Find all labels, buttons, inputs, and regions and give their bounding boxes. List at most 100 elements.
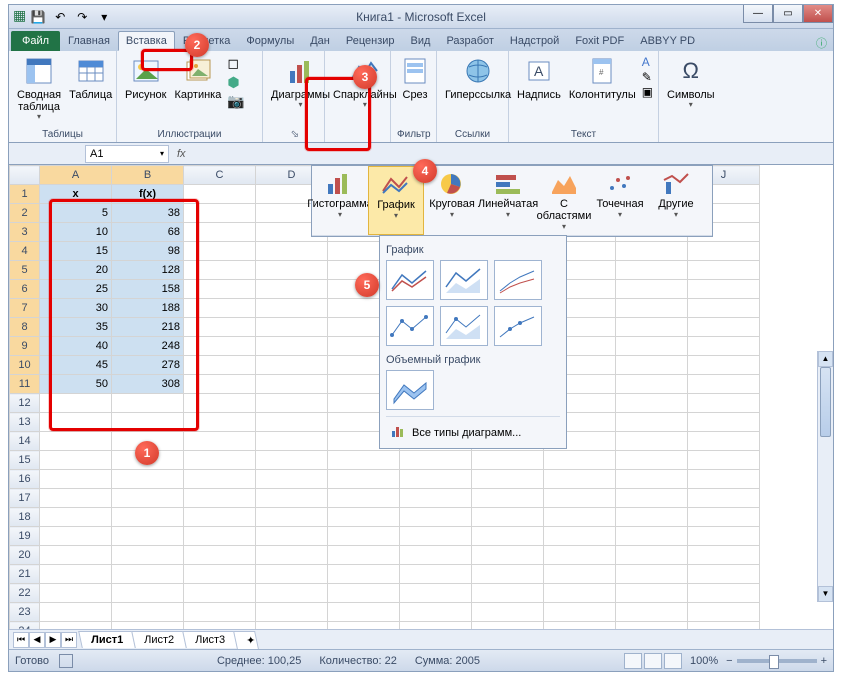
tab-foxit[interactable]: Foxit PDF [567,31,632,51]
cell-B23[interactable] [112,603,184,622]
cell-C7[interactable] [184,299,256,318]
cell-A6[interactable]: 25 [40,280,112,299]
cell-B11[interactable]: 308 [112,375,184,394]
cell-A21[interactable] [40,565,112,584]
minimize-button[interactable]: — [743,5,773,23]
cell-A17[interactable] [40,489,112,508]
cell-I10[interactable] [616,356,688,375]
cell-H19[interactable] [544,527,616,546]
cell-I17[interactable] [616,489,688,508]
cell-B2[interactable]: 38 [112,204,184,223]
cell-A19[interactable] [40,527,112,546]
cell-D17[interactable] [256,489,328,508]
cell-A11[interactable]: 50 [40,375,112,394]
cell-B5[interactable]: 128 [112,261,184,280]
cell-I5[interactable] [616,261,688,280]
zoom-in[interactable]: + [821,655,827,667]
cell-J18[interactable] [688,508,760,527]
cell-G16[interactable] [472,470,544,489]
cell-J16[interactable] [688,470,760,489]
cell-I11[interactable] [616,375,688,394]
hyperlink-button[interactable]: Гиперссылка [441,53,515,103]
smartart-icon[interactable]: ⬢ [227,74,244,91]
cell-B20[interactable] [112,546,184,565]
cell-E21[interactable] [328,565,400,584]
cell-B21[interactable] [112,565,184,584]
cell-A9[interactable]: 40 [40,337,112,356]
line-subtype-4[interactable] [386,306,434,346]
cell-D14[interactable] [256,432,328,451]
cell-A2[interactable]: 5 [40,204,112,223]
line-subtype-6[interactable] [494,306,542,346]
cell-I7[interactable] [616,299,688,318]
sheet-nav-last[interactable]: ⏭ [61,632,77,648]
obj-icon[interactable]: ▣ [642,85,653,99]
cell-I9[interactable] [616,337,688,356]
sheet-nav-first[interactable]: ⏮ [13,632,29,648]
cell-F20[interactable] [400,546,472,565]
zoom-level[interactable]: 100% [690,655,718,667]
sheet-nav-prev[interactable]: ◀ [29,632,45,648]
cell-H23[interactable] [544,603,616,622]
cell-J8[interactable] [688,318,760,337]
cell-B4[interactable]: 98 [112,242,184,261]
cell-G15[interactable] [472,451,544,470]
cell-C2[interactable] [184,204,256,223]
cell-A23[interactable] [40,603,112,622]
tab-formulas[interactable]: Формулы [238,31,302,51]
cell-J21[interactable] [688,565,760,584]
ribbon-help-icon[interactable]: ⓘ [810,35,833,51]
bar-chart-menu[interactable]: Линейчатая [480,166,536,235]
cell-C13[interactable] [184,413,256,432]
cell-I6[interactable] [616,280,688,299]
cell-A5[interactable]: 20 [40,261,112,280]
cell-C4[interactable] [184,242,256,261]
cell-J9[interactable] [688,337,760,356]
cell-H16[interactable] [544,470,616,489]
cell-A1[interactable]: x [40,185,112,204]
tab-insert[interactable]: Вставка [118,31,175,51]
macro-record-icon[interactable] [59,654,73,668]
cell-D20[interactable] [256,546,328,565]
qat-more-icon[interactable]: ▾ [94,7,114,27]
cell-I8[interactable] [616,318,688,337]
cell-J13[interactable] [688,413,760,432]
tab-developer[interactable]: Разработ [438,31,501,51]
cell-J17[interactable] [688,489,760,508]
cell-B19[interactable] [112,527,184,546]
cell-C9[interactable] [184,337,256,356]
undo-button[interactable]: ↶ [50,7,70,27]
cell-I14[interactable] [616,432,688,451]
formula-input[interactable] [190,145,833,163]
cell-C21[interactable] [184,565,256,584]
cell-A12[interactable] [40,394,112,413]
fx-icon[interactable]: fx [173,148,190,160]
cell-E20[interactable] [328,546,400,565]
cell-G20[interactable] [472,546,544,565]
cell-F23[interactable] [400,603,472,622]
clipart-button[interactable]: Картинка [171,53,226,103]
cell-B13[interactable] [112,413,184,432]
cell-I13[interactable] [616,413,688,432]
cell-E18[interactable] [328,508,400,527]
cell-C16[interactable] [184,470,256,489]
wordart-icon[interactable]: A [642,55,653,69]
vertical-scrollbar[interactable]: ▲▼ [817,351,833,602]
scatter-chart-menu[interactable]: Точечная [592,166,648,235]
cell-F18[interactable] [400,508,472,527]
table-button[interactable]: Таблица [65,53,116,103]
cell-D15[interactable] [256,451,328,470]
new-sheet-button[interactable]: ✦ [233,631,259,649]
sheet-tab-1[interactable]: Лист1 [78,631,136,648]
cell-D10[interactable] [256,356,328,375]
cell-C5[interactable] [184,261,256,280]
cell-I15[interactable] [616,451,688,470]
cell-H18[interactable] [544,508,616,527]
save-button[interactable]: 💾 [28,7,48,27]
sheet-nav-next[interactable]: ▶ [45,632,61,648]
cell-C6[interactable] [184,280,256,299]
cell-D5[interactable] [256,261,328,280]
cell-C17[interactable] [184,489,256,508]
cell-A7[interactable]: 30 [40,299,112,318]
cell-C8[interactable] [184,318,256,337]
